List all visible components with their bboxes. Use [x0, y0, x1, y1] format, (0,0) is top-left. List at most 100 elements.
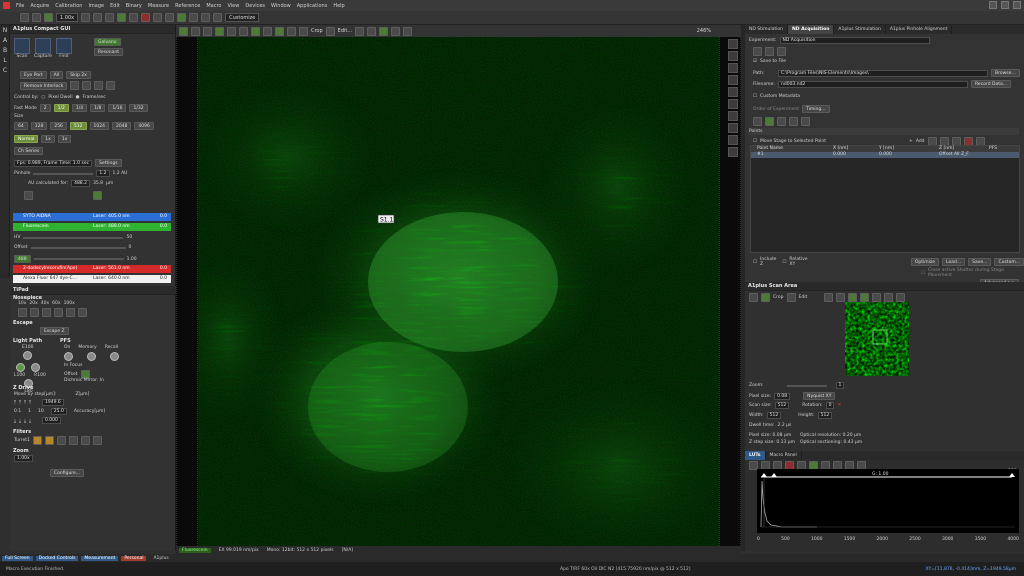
size-64[interactable]: 64	[14, 122, 28, 130]
filename-field[interactable]: nd003.nd2	[778, 80, 968, 88]
menu-calibration[interactable]: Calibration	[55, 3, 82, 9]
size-512[interactable]: 512	[69, 122, 87, 130]
scan-size-field[interactable]: 512	[774, 402, 790, 409]
stage-icon[interactable]	[177, 13, 187, 22]
menu-file[interactable]: File	[16, 3, 24, 9]
find-button[interactable]: Find	[55, 38, 72, 59]
escape-z-button[interactable]: Escape Z	[40, 327, 69, 335]
close-shutter-checkbox[interactable]: ☐	[921, 271, 925, 276]
relative-xy-checkbox[interactable]: ☐	[782, 260, 786, 265]
remove-interlock-button[interactable]: Remove Interlock	[20, 81, 68, 90]
camera-icon[interactable]	[189, 13, 199, 22]
rtool-3-icon[interactable]	[728, 63, 738, 73]
zoom-1x-select-2[interactable]: 1x	[57, 135, 72, 143]
accuracy-field[interactable]: 0.000	[42, 417, 61, 424]
save-points-button[interactable]: Save...	[968, 258, 992, 266]
lut-low-handle[interactable]	[761, 473, 767, 477]
objective-5-icon[interactable]	[66, 308, 75, 317]
view-mode-12-icon[interactable]	[325, 26, 335, 36]
laser-488-toggle[interactable]: 488	[14, 255, 31, 263]
scan-button[interactable]: Scan	[14, 38, 30, 59]
scan-zoom-field[interactable]: 1	[835, 382, 845, 389]
rtool-8-icon[interactable]	[728, 123, 738, 133]
microscopy-image[interactable]: S1.1	[198, 37, 719, 546]
menu-window[interactable]: Window	[271, 3, 291, 9]
rotation-field[interactable]: 0	[825, 402, 835, 409]
view-mode-1-icon[interactable]	[179, 26, 188, 36]
objective-3-icon[interactable]	[42, 308, 51, 317]
scan-crop[interactable]: Crop	[773, 295, 784, 300]
view-mode-11-icon[interactable]	[299, 26, 308, 36]
live-icon[interactable]	[44, 13, 53, 22]
add-point-button[interactable]: Add	[916, 139, 925, 144]
scan-tool-2-icon[interactable]	[761, 293, 770, 302]
menu-binary[interactable]: Binary	[126, 3, 142, 9]
scan-mode-3-icon[interactable]	[94, 81, 104, 90]
all-button[interactable]: All	[49, 71, 64, 79]
zoom-out-icon[interactable]	[93, 13, 103, 22]
step-custom[interactable]: 25.0	[50, 408, 67, 415]
open-icon[interactable]	[20, 13, 29, 22]
grid-icon[interactable]	[153, 13, 163, 22]
tool-n-icon[interactable]: N	[1, 27, 9, 35]
large-image-checkbox-icon[interactable]	[801, 117, 810, 126]
tab-measurement[interactable]: Measurement	[81, 555, 119, 561]
menu-image[interactable]: Image	[88, 3, 104, 9]
order-select[interactable]: Order of Experiment	[753, 107, 799, 112]
lp-r100-button[interactable]	[31, 363, 40, 372]
nyquist-select[interactable]: Nyquist XY	[803, 392, 836, 400]
customize-select[interactable]: Customize	[225, 13, 260, 22]
step-0-1[interactable]: 0.1	[14, 409, 21, 414]
table-row[interactable]: #1 0.000 0.000 Offset All Z_F	[751, 152, 1019, 158]
tab-personal[interactable]: Personal	[121, 555, 147, 561]
scan-zoom-slider[interactable]	[786, 384, 827, 387]
step-10[interactable]: 10	[38, 409, 44, 414]
tab-a1plus-stimulation[interactable]: A1plus Stimulation	[834, 25, 886, 34]
objective-20x[interactable]: 20x	[29, 301, 37, 306]
lut-histogram[interactable]: G: 1.00	[757, 469, 1019, 533]
rtool-1-icon[interactable]	[728, 39, 738, 49]
xy-tab-icon[interactable]	[753, 47, 762, 56]
path-field[interactable]: C:\Program Files\NIS-Elements\Images\	[778, 69, 988, 77]
scan-tool-10-icon[interactable]	[896, 293, 906, 302]
scan-tool-3-icon[interactable]	[786, 293, 796, 302]
menu-reference[interactable]: Reference	[175, 3, 200, 9]
height-field[interactable]: 512	[817, 412, 833, 419]
fast-mode-1-16[interactable]: 1/16	[108, 104, 127, 112]
view-mode-5-icon[interactable]	[227, 26, 236, 36]
lut-high-handle[interactable]	[1009, 473, 1015, 477]
menu-edit[interactable]: Edit	[110, 3, 120, 9]
annotation-icon[interactable]	[213, 13, 223, 22]
custom-metadata-checkbox[interactable]: ☐	[753, 94, 757, 99]
rtool-7-icon[interactable]	[728, 111, 738, 121]
eye-port-button[interactable]: Eye Port	[20, 71, 47, 79]
tab-docked-controls[interactable]: Docked Controls	[35, 555, 79, 561]
z-up-2-icon[interactable]: ⤒	[19, 400, 21, 406]
tool-l-icon[interactable]: L	[1, 57, 9, 65]
zoom-1x-select[interactable]: 1x	[41, 135, 55, 143]
rtool-6-icon[interactable]	[728, 99, 738, 109]
channel-row-561[interactable]: 2-dodecylresorufin(Apo) Laser: 561.0 nm …	[13, 265, 171, 273]
scan-tool-4-icon[interactable]	[824, 293, 834, 302]
view-mode-7-icon[interactable]	[251, 26, 260, 36]
rtool-5-icon[interactable]	[728, 87, 738, 97]
menu-acquire[interactable]: Acquire	[30, 3, 49, 9]
include-z-checkbox[interactable]: ☐	[753, 260, 757, 265]
filter-1-icon[interactable]	[32, 436, 42, 445]
rtool-9-icon[interactable]	[728, 135, 738, 145]
experiment-select[interactable]: ND Acquisition	[779, 37, 930, 44]
hand-icon[interactable]	[105, 13, 115, 22]
objective-2-icon[interactable]	[30, 308, 39, 317]
custom-button[interactable]: Custom...	[994, 258, 1024, 266]
menu-help[interactable]: Help	[333, 3, 344, 9]
view-mode-4-icon[interactable]	[215, 26, 224, 36]
lp-e100-button[interactable]	[23, 351, 33, 360]
rtool-2-icon[interactable]	[728, 51, 738, 61]
viewer-crop[interactable]: Crop	[311, 28, 323, 34]
resonant-button[interactable]: Resonant	[94, 48, 124, 56]
lut-gamma-handle[interactable]	[771, 473, 777, 477]
scan-mode-4-icon[interactable]	[106, 81, 116, 90]
scan-mode-1-icon[interactable]	[70, 81, 80, 90]
offset-slider[interactable]	[30, 246, 126, 249]
view-mode-14-icon[interactable]	[367, 26, 377, 36]
